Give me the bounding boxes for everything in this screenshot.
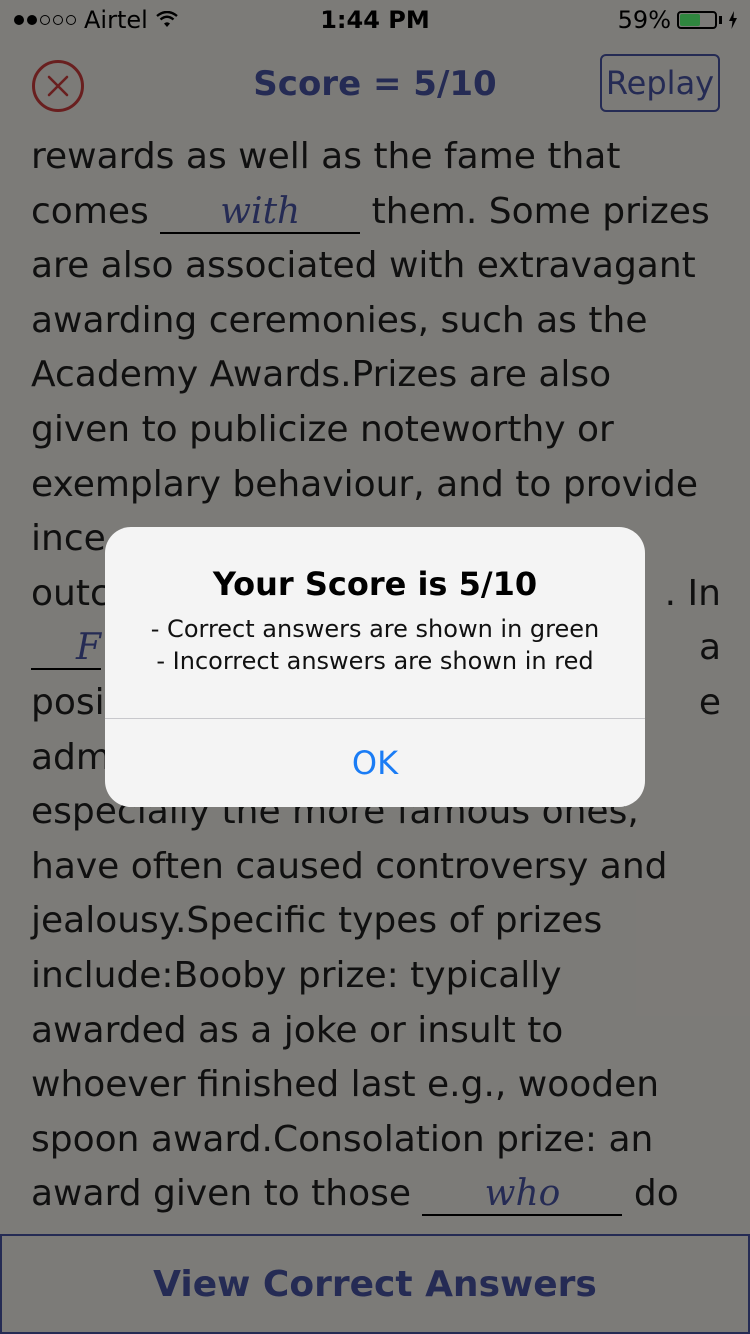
- alert-title: Your Score is 5/10: [212, 565, 538, 603]
- alert-message: - Correct answers are shown in green - I…: [105, 613, 645, 677]
- score-alert: Your Score is 5/10 - Correct answers are…: [105, 527, 645, 807]
- alert-message-line: - Correct answers are shown in green: [150, 615, 600, 643]
- alert-ok-button[interactable]: OK: [105, 719, 645, 807]
- alert-message-line: - Incorrect answers are shown in red: [156, 647, 594, 675]
